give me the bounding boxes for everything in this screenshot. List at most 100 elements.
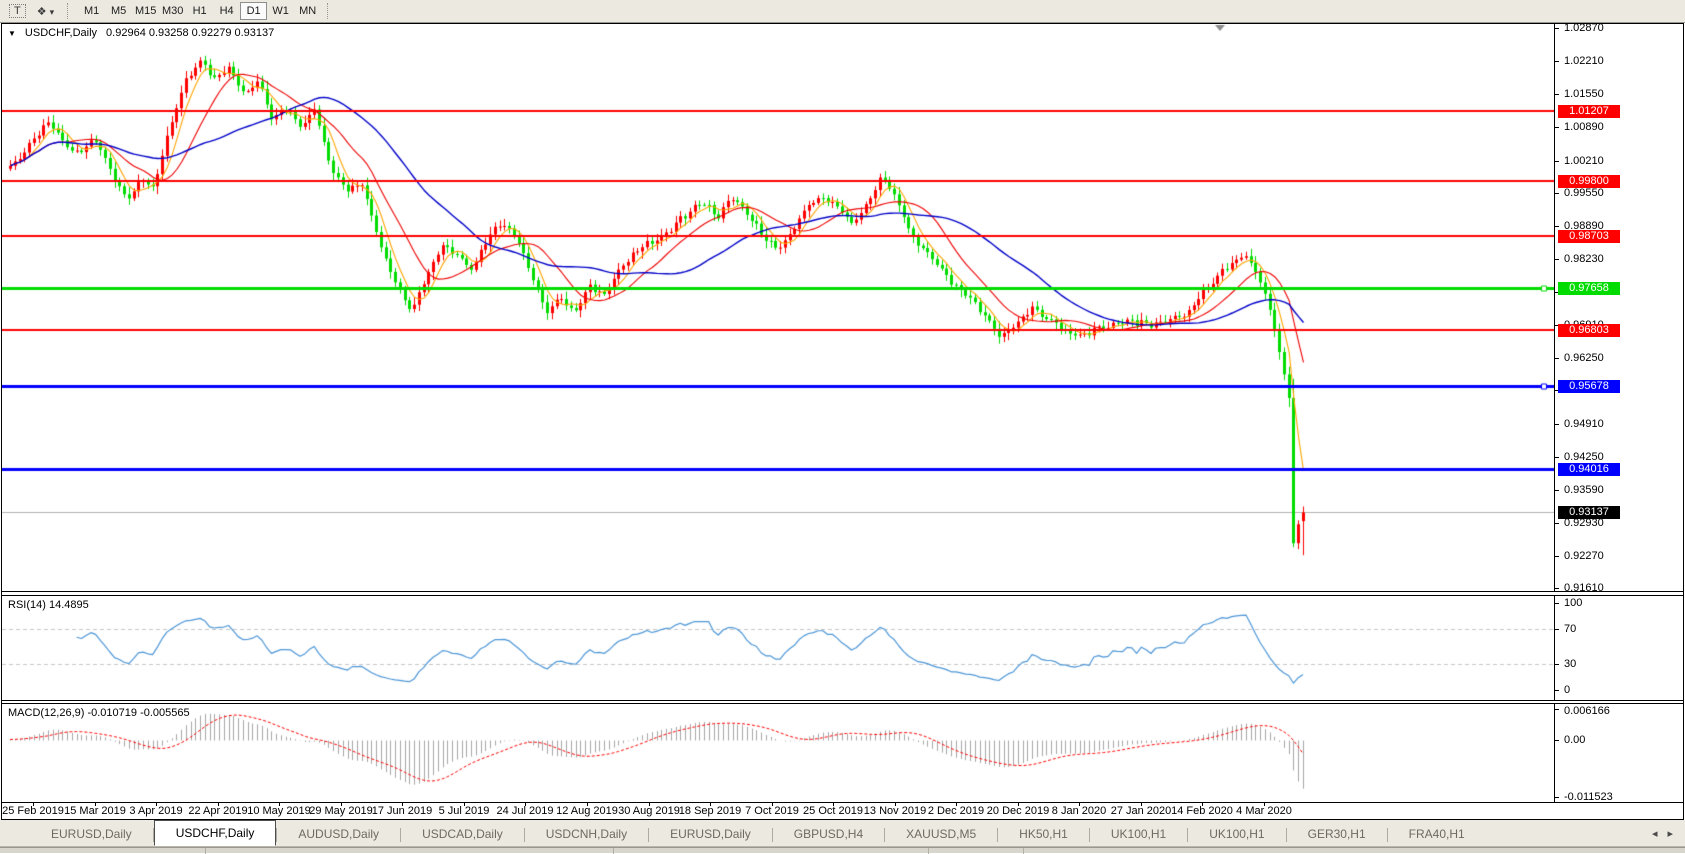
chart-tab-usdcnh-daily[interactable]: USDCNH,Daily <box>525 823 648 846</box>
toolbar-separator <box>67 3 73 19</box>
text-tool-button[interactable] <box>5 2 30 20</box>
timeframe-button-m15[interactable]: M15 <box>132 2 159 20</box>
chart-tab-uk100-h1[interactable]: UK100,H1 <box>1090 823 1187 846</box>
macd-axis-tickmark <box>1554 740 1559 741</box>
x-axis-date-label: 15 Mar 2019 <box>64 805 126 817</box>
x-axis-date-label: 24 Jul 2019 <box>496 805 554 817</box>
rsi-panel: RSI(14) 14.4895 100 70 30 0 <box>2 595 1683 701</box>
y-axis-tickmark <box>1554 94 1559 95</box>
price-line-label: 0.96803 <box>1558 324 1620 337</box>
x-axis-date-label: 25 Feb 2019 <box>2 805 64 817</box>
x-axis-date-label: 10 May 2019 <box>247 805 311 817</box>
chart-ohlc-values: 0.92964 0.93258 0.92279 0.93137 <box>106 27 275 39</box>
x-axis-date-label: 2 Dec 2019 <box>927 805 985 817</box>
chart-tab-eurusd-daily[interactable]: EURUSD,Daily <box>30 823 153 846</box>
y-axis-tick: 0.92270 <box>1564 550 1604 562</box>
y-axis-tickmark <box>1554 193 1559 194</box>
x-axis-date-label: 25 Oct 2019 <box>803 805 863 817</box>
tile-windows-button[interactable] <box>33 2 58 20</box>
chart-title: USDCHF,Daily 0.92964 0.93258 0.92279 0.9… <box>8 27 274 39</box>
chart-menu-arrow-icon[interactable] <box>8 27 16 39</box>
macd-axis-tickmark <box>1554 709 1559 710</box>
toolbar-separator <box>327 3 333 19</box>
rsi-label: RSI(14) 14.4895 <box>8 599 89 611</box>
status-strip-separator <box>928 848 929 854</box>
price-line-label: 1.01207 <box>1558 105 1620 118</box>
rsi-axis-tickmark <box>1554 603 1559 604</box>
rsi-axis-border <box>1554 596 1555 700</box>
x-axis-date-label: 22 Apr 2019 <box>188 805 248 817</box>
tile-windows-icon <box>37 2 47 20</box>
macd-axis-border <box>1554 704 1555 802</box>
status-strip-separator <box>613 848 614 854</box>
timeframe-button-h1[interactable]: H1 <box>186 2 213 20</box>
status-strip <box>0 847 1685 854</box>
top-toolbar: M1M5M15M30H1H4D1W1MN <box>0 0 1685 23</box>
rsi-axis-tickmark <box>1554 629 1559 630</box>
timeframe-button-m30[interactable]: M30 <box>159 2 186 20</box>
y-axis-tickmark <box>1554 161 1559 162</box>
x-axis-date-label: 29 May 2019 <box>309 805 373 817</box>
chart-tab-bar: EURUSD,Daily USDCHF,Daily AUDUSD,Daily USDC… <box>0 820 1685 847</box>
chart-tab-fra40-h1[interactable]: FRA40,H1 <box>1388 823 1486 846</box>
rsi-canvas[interactable] <box>2 596 1554 700</box>
chart-tab-uk100-h1[interactable]: UK100,H1 <box>1188 823 1285 846</box>
timeframe-button-m5[interactable]: M5 <box>105 2 132 20</box>
chart-tab-xauusd-m5[interactable]: XAUUSD,M5 <box>885 823 997 846</box>
x-axis-date-label: 8 Jan 2020 <box>1051 805 1107 817</box>
chart-tab-gbpusd-h4[interactable]: GBPUSD,H4 <box>773 823 884 846</box>
y-axis-tickmark <box>1554 490 1559 491</box>
macd-axis-tick: 0.006166 <box>1564 705 1610 717</box>
y-axis-tick: 0.98230 <box>1564 253 1604 265</box>
timeframe-button-d1[interactable]: D1 <box>240 2 268 20</box>
y-axis-tick: 1.00890 <box>1564 121 1604 133</box>
current-price-label: 0.93137 <box>1558 506 1620 519</box>
y-axis-tick: 0.99550 <box>1564 187 1604 199</box>
tab-scroll-right-icon[interactable] <box>1667 824 1673 842</box>
chart-tab-usdcad-daily[interactable]: USDCAD,Daily <box>401 823 524 846</box>
y-axis-tick: 1.01550 <box>1564 88 1604 100</box>
rsi-axis-tick: 70 <box>1564 623 1577 635</box>
price-line-label: 0.94016 <box>1558 463 1620 476</box>
price-line-label: 0.97658 <box>1558 282 1620 295</box>
timeframe-button-m1[interactable]: M1 <box>78 2 105 20</box>
chart-tab-audusd-daily[interactable]: AUDUSD,Daily <box>277 823 400 846</box>
tab-scroll-left-icon[interactable] <box>1652 824 1658 842</box>
y-axis-tickmark <box>1554 226 1559 227</box>
price-chart-canvas[interactable] <box>2 24 1554 592</box>
y-axis-tick: 0.94250 <box>1564 451 1604 463</box>
y-axis-tickmark <box>1554 61 1559 62</box>
chart-window: USDCHF,Daily 0.92964 0.93258 0.92279 0.9… <box>1 22 1684 820</box>
rsi-axis-tickmark <box>1554 690 1559 691</box>
y-axis-tickmark <box>1554 28 1559 29</box>
y-axis-tick: 1.02870 <box>1564 22 1604 34</box>
chart-tab-ger30-h1[interactable]: GER30,H1 <box>1287 823 1387 846</box>
y-axis-tickmark <box>1554 127 1559 128</box>
y-axis-tick: 1.00210 <box>1564 155 1604 167</box>
price-line-label: 0.98703 <box>1558 230 1620 243</box>
text-tool-icon <box>9 4 26 18</box>
chart-tab-usdchf-daily[interactable]: USDCHF,Daily <box>153 820 277 846</box>
macd-label: MACD(12,26,9) -0.010719 -0.005565 <box>8 707 190 719</box>
price-chart-panel: USDCHF,Daily 0.92964 0.93258 0.92279 0.9… <box>2 22 1683 594</box>
price-line-label: 0.95678 <box>1558 380 1620 393</box>
time-axis[interactable]: 25 Feb 2019 15 Mar 2019 3 Apr 2019 22 Apr 2… <box>2 803 1683 819</box>
y-axis-tick: 0.94910 <box>1564 418 1604 430</box>
y-axis-tick: 0.91610 <box>1564 582 1604 594</box>
macd-axis-tick: -0.011523 <box>1564 791 1613 803</box>
y-axis-tickmark <box>1554 556 1559 557</box>
chart-tab-hk50-h1[interactable]: HK50,H1 <box>998 823 1089 846</box>
x-axis-date-label: 13 Nov 2019 <box>863 805 927 817</box>
rsi-axis-tickmark <box>1554 664 1559 665</box>
timeframe-button-mn[interactable]: MN <box>294 2 321 20</box>
timeframe-button-h4[interactable]: H4 <box>213 2 240 20</box>
chart-tab-eurusd-daily[interactable]: EURUSD,Daily <box>649 823 772 846</box>
y-axis-tickmark <box>1554 523 1559 524</box>
chart-symbol-period: USDCHF,Daily <box>24 27 98 39</box>
rsi-axis-tick: 100 <box>1564 597 1583 609</box>
x-axis-date-label: 18 Sep 2019 <box>678 805 742 817</box>
rsi-axis-tick: 30 <box>1564 658 1577 670</box>
x-axis-date-label: 12 Aug 2019 <box>556 805 618 817</box>
macd-canvas[interactable] <box>2 704 1554 802</box>
timeframe-button-w1[interactable]: W1 <box>267 2 294 20</box>
